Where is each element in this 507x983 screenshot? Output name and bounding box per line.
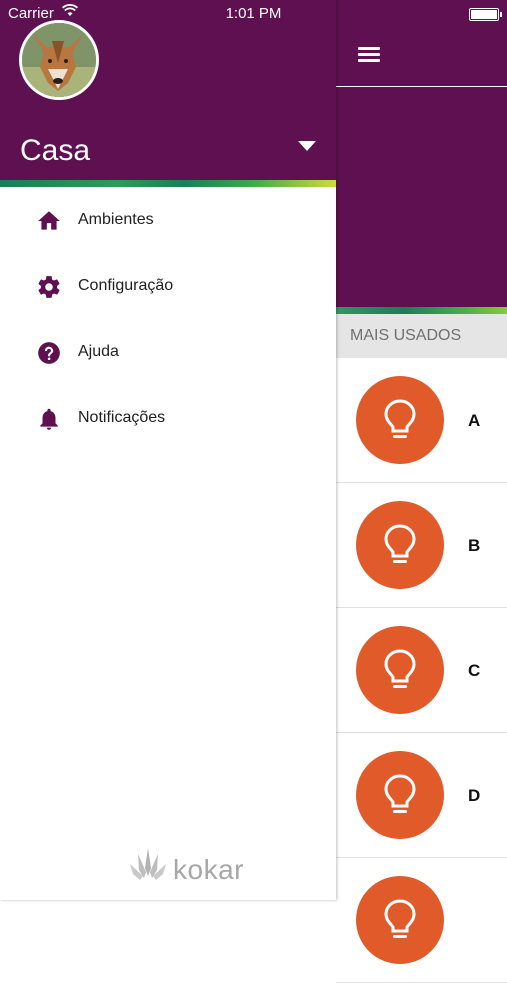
status-time: 1:01 PM (225, 5, 282, 22)
device-list: A B C D (336, 358, 507, 983)
device-row-e[interactable] (336, 858, 507, 983)
device-row-a[interactable]: A (336, 358, 507, 483)
menu-item-label: Ajuda (78, 343, 119, 360)
brand-name: kokar (173, 854, 244, 885)
drawer-menu: Ambientes Configuração Ajuda Notificaçõe… (0, 187, 336, 451)
dropdown-caret-icon[interactable] (298, 141, 316, 151)
device-button[interactable] (356, 501, 444, 589)
device-label: A (468, 411, 481, 430)
device-label: C (468, 661, 481, 680)
device-button[interactable] (356, 626, 444, 714)
menu-item-ambientes[interactable]: Ambientes (0, 187, 336, 253)
section-title: MAIS USADOS (336, 314, 507, 358)
menu-item-label: Configuração (78, 277, 174, 294)
bell-icon (36, 406, 62, 432)
gear-icon (36, 274, 62, 300)
status-bar: Carrier 1:01 PM (0, 0, 507, 28)
lightbulb-icon (384, 899, 416, 938)
menu-item-notificacoes[interactable]: Notificações (0, 385, 336, 451)
menu-item-label: Notificações (78, 409, 166, 426)
device-label: D (468, 786, 481, 805)
navigation-drawer: Casa Ambientes Configuração Ajuda Notifi… (0, 0, 336, 900)
drawer-stripe (0, 180, 336, 187)
menu-item-configuracao[interactable]: Configuração (0, 253, 336, 319)
menu-item-label: Ambientes (78, 211, 154, 228)
lightbulb-icon (384, 774, 416, 813)
device-row-b[interactable]: B (336, 483, 507, 608)
device-button[interactable] (356, 376, 444, 464)
device-button[interactable] (356, 751, 444, 839)
help-icon (36, 340, 62, 366)
home-icon (36, 208, 62, 234)
device-row-c[interactable]: C (336, 608, 507, 733)
device-button[interactable] (356, 876, 444, 964)
kokar-logo-icon (130, 848, 166, 880)
device-label: B (468, 536, 481, 555)
menu-item-ajuda[interactable]: Ajuda (0, 319, 336, 385)
battery-icon (469, 8, 502, 21)
account-name: Casa (20, 134, 91, 167)
hamburger-menu-icon[interactable] (356, 44, 382, 66)
avatar[interactable] (19, 20, 99, 100)
header-stripe (336, 307, 507, 314)
lightbulb-icon (384, 524, 416, 563)
lightbulb-icon (384, 649, 416, 688)
lightbulb-icon (384, 399, 416, 438)
device-row-d[interactable]: D (336, 733, 507, 858)
